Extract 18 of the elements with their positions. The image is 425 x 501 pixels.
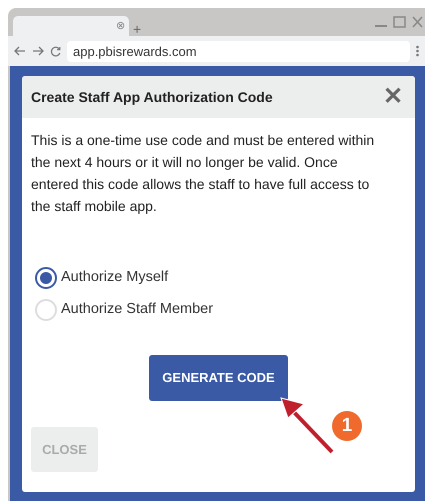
forward-icon[interactable] bbox=[32, 46, 44, 56]
close-icon[interactable] bbox=[412, 16, 423, 28]
back-icon[interactable] bbox=[14, 46, 26, 56]
maximize-icon[interactable] bbox=[393, 16, 406, 28]
address-bar[interactable]: app.pbisrewards.com bbox=[67, 40, 410, 62]
new-tab-button[interactable]: + bbox=[133, 22, 142, 36]
tab-close-icon[interactable]: ⊗ bbox=[116, 18, 125, 34]
close-button[interactable]: ✕ bbox=[383, 85, 403, 109]
dialog-title: Create Staff App Authorization Code bbox=[31, 88, 273, 107]
browser-tab[interactable]: ⊗ bbox=[13, 16, 129, 36]
annotation-arrow bbox=[280, 396, 336, 454]
dialog-message: This is a one-time use code and must be entered within the next 4 hours or it will no longer be valid. Once entered this code allows the staff to have full access to the staff mobile app. bbox=[30, 131, 376, 216]
radio-button[interactable] bbox=[35, 267, 57, 289]
menu-icon[interactable] bbox=[416, 45, 419, 57]
reload-icon[interactable] bbox=[50, 46, 61, 56]
radio-label[interactable]: Authorize Myself bbox=[61, 267, 168, 289]
radio-label[interactable]: Authorize Staff Member bbox=[61, 299, 214, 321]
generate-code-button[interactable]: GENERATE CODE bbox=[149, 355, 288, 401]
